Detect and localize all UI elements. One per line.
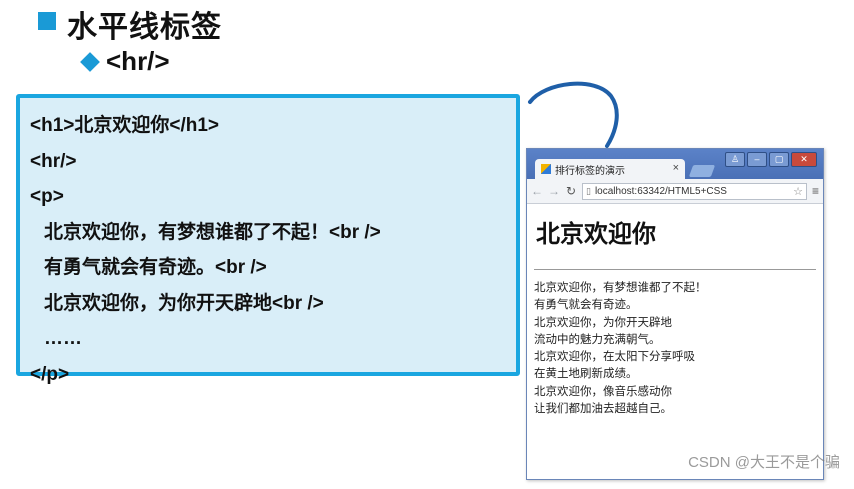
address-bar[interactable]: ▯ localhost:63342/HTML5+CSS ☆ (582, 182, 807, 200)
code-line: </p> (30, 363, 70, 385)
close-window-icon[interactable]: ✕ (791, 152, 817, 167)
rendered-line: 北京欢迎你，像音乐感动你 (534, 385, 672, 398)
rendered-line: 北京欢迎你，有梦想谁都了不起！ (534, 282, 707, 294)
browser-toolbar: ← → ↻ ▯ localhost:63342/HTML5+CSS ☆ ≡ (527, 179, 823, 204)
watermark: CSDN @大王不是个骗 (688, 454, 840, 471)
minimize-icon[interactable]: – (747, 152, 767, 167)
browser-titlebar: 排行标签的演示 × ♙ – ▢ ✕ (527, 149, 823, 179)
menu-icon[interactable]: ≡ (812, 184, 819, 198)
rendered-line: 流动中的魅力充满朝气。 (534, 333, 661, 346)
back-icon[interactable]: ← (531, 184, 543, 198)
favicon-icon (541, 164, 551, 174)
reload-icon[interactable]: ↻ (565, 184, 577, 198)
rendered-line: 北京欢迎你，为你开天辟地 (534, 316, 672, 329)
code-line: 北京欢迎你，有梦想谁都了不起！<br /> (44, 221, 381, 243)
tab-close-icon[interactable]: × (673, 162, 679, 174)
rendered-heading: 北京欢迎你 (536, 220, 656, 248)
browser-tab[interactable]: 排行标签的演示 × (535, 159, 685, 179)
code-line: <p> (30, 186, 64, 207)
forward-icon[interactable]: → (548, 184, 560, 198)
rendered-line: 北京欢迎你，在太阳下分享呼吸 (534, 351, 695, 364)
browser-viewport: 北京欢迎你 北京欢迎你，有梦想谁都了不起！ 有勇气就会有奇迹。 北京欢迎你，为你… (527, 214, 823, 418)
rendered-line: 在黄土地刷新成绩。 (534, 368, 638, 381)
tab-title: 排行标签的演示 (555, 166, 625, 177)
code-line: …… (44, 328, 82, 349)
maximize-icon[interactable]: ▢ (769, 152, 789, 167)
new-tab-button[interactable] (688, 165, 716, 177)
code-line: <h1>北京欢迎你</h1> (30, 115, 220, 136)
page-icon: ▯ (586, 185, 591, 196)
code-line: <hr/> (30, 150, 77, 172)
window-controls: ♙ – ▢ ✕ (725, 152, 817, 167)
subtitle-bullet-diamond (80, 52, 100, 72)
code-line: 有勇气就会有奇迹。<br /> (44, 257, 267, 278)
address-text: localhost:63342/HTML5+CSS (594, 185, 727, 197)
slide-subtitle: <hr/> (106, 46, 170, 76)
slide-title: 水平线标签 (67, 11, 222, 44)
user-icon[interactable]: ♙ (725, 152, 745, 167)
code-example-box: <h1>北京欢迎你</h1> <hr/> <p> 北京欢迎你，有梦想谁都了不起！… (16, 94, 520, 385)
rendered-line: 有勇气就会有奇迹。 (534, 299, 638, 312)
bookmark-star-icon[interactable]: ☆ (793, 185, 803, 198)
code-line: 北京欢迎你，为你开天辟地<br /> (44, 292, 324, 314)
title-bullet-square (38, 12, 56, 30)
browser-window: 排行标签的演示 × ♙ – ▢ ✕ ← → ↻ ▯ localhost:6334… (526, 148, 824, 480)
rendered-line: 让我们都加油去超越自己。 (534, 403, 672, 416)
rendered-hr (534, 269, 816, 270)
